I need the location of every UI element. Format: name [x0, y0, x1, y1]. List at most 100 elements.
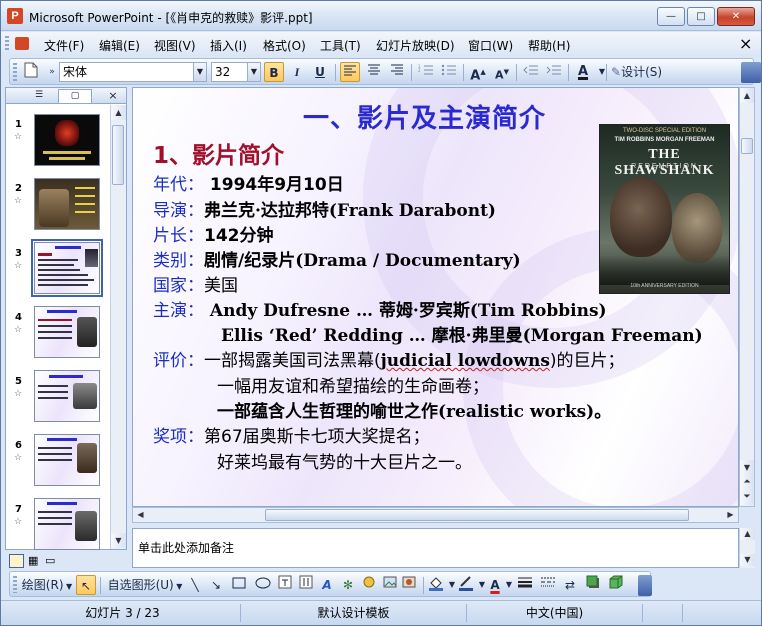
slide-line-cast-1[interactable]: 主演： Andy Dufresne … 蒂姆·罗宾斯(Tim Robbins): [153, 296, 607, 321]
font-size-combo[interactable]: 32 ▼: [211, 62, 261, 82]
menu-view[interactable]: 视图(V): [154, 37, 196, 54]
textbox-icon[interactable]: [278, 575, 292, 595]
slide-canvas[interactable]: 一、影片及主演简介 1、影片简介 年代： 1994年9月10日 导演：弗兰克·达…: [132, 87, 739, 507]
italic-button[interactable]: I: [287, 62, 307, 82]
slide-thumbnail-2[interactable]: [34, 178, 100, 230]
menu-grip[interactable]: [5, 36, 9, 52]
powerpoint-app-icon[interactable]: P: [7, 8, 23, 24]
toolbar-grip[interactable]: [13, 63, 17, 81]
line-color-icon[interactable]: [458, 575, 474, 595]
menu-help[interactable]: 帮助(H): [528, 37, 570, 54]
minimize-button[interactable]: —: [657, 7, 685, 26]
notes-placeholder[interactable]: 单击此处添加备注: [138, 539, 234, 556]
maximize-button[interactable]: □: [687, 7, 715, 26]
slide-line-genre[interactable]: 类别：剧情/纪录片(Drama / Documentary): [153, 246, 521, 271]
scroll-up-arrow[interactable]: ▲: [740, 528, 755, 540]
slide-thumbnail-1[interactable]: [34, 114, 100, 166]
slide-vertical-scrollbar[interactable]: ▲ ▼ ⏶ ⏷: [739, 87, 755, 507]
image-icon[interactable]: [402, 575, 416, 595]
chevron-down-icon[interactable]: ▼: [445, 575, 459, 595]
movie-poster-image[interactable]: TWO-DISC SPECIAL EDITION TIM ROBBINS MOR…: [599, 124, 730, 294]
chevron-down-icon[interactable]: ▼: [475, 575, 489, 595]
slide-sorter-view-icon[interactable]: ▦: [28, 554, 42, 568]
increase-font-icon[interactable]: A▲: [468, 62, 488, 83]
document-close-button[interactable]: ×: [739, 34, 752, 53]
slides-tab[interactable]: ▢: [58, 89, 92, 103]
scroll-up-arrow[interactable]: ▲: [111, 105, 126, 120]
scroll-thumb[interactable]: [265, 509, 689, 521]
slide-line-cast-2[interactable]: Ellis ‘Red’ Redding … 摩根·弗里曼(Morgan Free…: [221, 321, 703, 346]
chevron-down-icon[interactable]: ▼: [193, 63, 206, 81]
select-pointer-icon[interactable]: ↖: [76, 575, 96, 595]
align-right-icon[interactable]: [387, 62, 407, 82]
menu-tools[interactable]: 工具(T): [320, 37, 361, 54]
oval-icon[interactable]: [255, 575, 271, 595]
slide-line-year[interactable]: 年代： 1994年9月10日: [153, 170, 344, 195]
scroll-right-arrow[interactable]: ▶: [723, 508, 738, 522]
menu-format[interactable]: 格式(O): [263, 37, 306, 54]
slide-thumbnail-6[interactable]: [34, 434, 100, 486]
shadow-style-icon[interactable]: [586, 575, 600, 595]
design-button[interactable]: ✎设计(S): [611, 62, 675, 82]
notes-scrollbar[interactable]: ▲ ▼: [739, 528, 755, 568]
3d-style-icon[interactable]: [609, 575, 623, 595]
bold-button[interactable]: B: [264, 62, 284, 82]
status-template[interactable]: 默认设计模板: [241, 604, 467, 622]
slide-thumbnail-5[interactable]: [34, 370, 100, 422]
scroll-thumb[interactable]: [741, 138, 753, 154]
scroll-down-arrow[interactable]: ▼: [111, 533, 126, 548]
numbering-icon[interactable]: 12: [416, 62, 436, 82]
increase-indent-icon[interactable]: [544, 62, 564, 82]
diagram-icon[interactable]: ✻: [341, 575, 355, 595]
chevron-down-icon[interactable]: ▼: [247, 63, 260, 81]
slide-line-country[interactable]: 国家：美国: [153, 271, 238, 296]
clipart-icon[interactable]: [362, 575, 376, 595]
align-left-icon[interactable]: [340, 62, 360, 82]
scroll-down-arrow[interactable]: ▼: [740, 554, 755, 566]
slide-line-review-2[interactable]: 一幅用友谊和希望描绘的生命画卷；: [217, 372, 489, 397]
menu-edit[interactable]: 编辑(E): [99, 37, 140, 54]
slide-line-award-1[interactable]: 奖项：第67届奥斯卡七项大奖提名；: [153, 422, 430, 447]
chevron-down-icon[interactable]: ▼: [502, 575, 516, 595]
document-icon[interactable]: [15, 37, 29, 50]
slide-thumbnail-7[interactable]: [34, 498, 100, 550]
font-color-icon[interactable]: A: [488, 575, 502, 595]
vertical-textbox-icon[interactable]: [299, 575, 313, 595]
slide-show-view-icon[interactable]: ▭: [45, 554, 59, 568]
previous-slide-icon[interactable]: ⏶: [740, 475, 754, 490]
fill-color-icon[interactable]: [428, 575, 444, 595]
arrow-style-icon[interactable]: ⇄: [563, 575, 577, 595]
slide-thumbnail-3[interactable]: [31, 239, 103, 297]
toolbar-options-icon[interactable]: [741, 62, 761, 83]
decrease-indent-icon[interactable]: [521, 62, 541, 82]
rectangle-icon[interactable]: [232, 575, 246, 595]
notes-pane[interactable]: 单击此处添加备注: [132, 528, 739, 568]
pane-close-icon[interactable]: ×: [104, 89, 122, 103]
scroll-down-arrow[interactable]: ▼: [740, 460, 754, 475]
menu-slideshow[interactable]: 幻灯片放映(D): [376, 37, 455, 54]
toolbar-options-icon[interactable]: [638, 575, 652, 596]
slide-thumbnail-4[interactable]: [34, 306, 100, 358]
line-style-icon[interactable]: [517, 575, 533, 595]
underline-button[interactable]: U: [310, 62, 330, 82]
slide-subtitle[interactable]: 1、影片简介: [153, 136, 284, 170]
normal-view-icon[interactable]: [9, 554, 24, 568]
slide-horizontal-scrollbar[interactable]: ◀ ▶: [132, 507, 739, 523]
menu-window[interactable]: 窗口(W): [468, 37, 513, 54]
toolbar-grip[interactable]: [13, 576, 17, 593]
scroll-up-arrow[interactable]: ▲: [740, 88, 754, 103]
slide-line-review-3[interactable]: 一部蕴含人生哲理的喻世之作(realistic works)。: [217, 397, 611, 422]
chevron-down-icon[interactable]: ▼: [592, 62, 612, 82]
bullets-icon[interactable]: [439, 62, 459, 82]
outline-tab[interactable]: ☰: [22, 89, 56, 103]
align-center-icon[interactable]: [364, 62, 384, 82]
draw-menu-button[interactable]: 绘图(R) ▼: [20, 575, 74, 595]
slide-line-length[interactable]: 片长：142分钟: [153, 221, 274, 246]
new-icon[interactable]: [21, 62, 41, 82]
autoshapes-button[interactable]: 自选图形(U) ▼: [105, 575, 185, 595]
slide-line-review-1[interactable]: 评价：一部揭露美国司法黑幕(judicial lowdowns)的巨片；: [153, 346, 625, 371]
slide-line-director[interactable]: 导演：弗兰克·达拉邦特(Frank Darabont): [153, 196, 496, 221]
close-button[interactable]: ✕: [717, 7, 755, 26]
decrease-font-icon[interactable]: A▼: [492, 62, 512, 82]
scroll-thumb[interactable]: [112, 125, 124, 185]
